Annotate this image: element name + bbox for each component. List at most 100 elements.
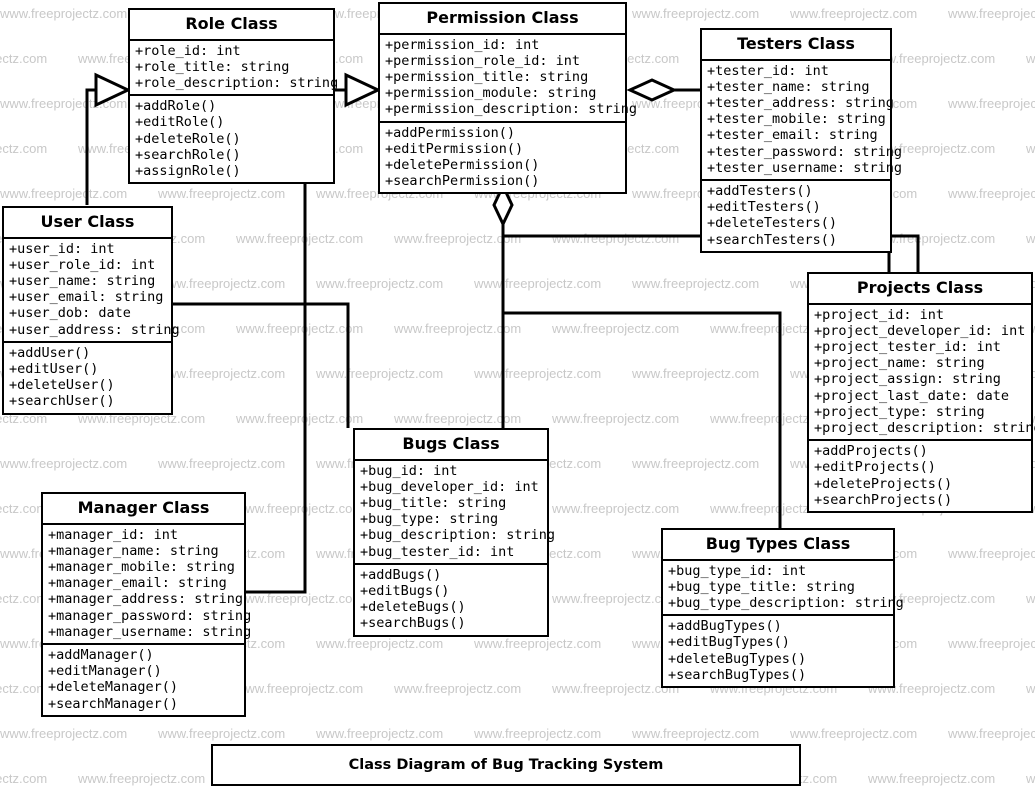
class-member-row: +manager_name: string (48, 542, 219, 559)
class-attributes-role: +role_id: int +role_title: string +role_de… (130, 41, 339, 95)
watermark-text: www.freeprojectz.com (158, 366, 286, 381)
class-member-row: +bug_description: string (360, 527, 556, 544)
class-member-row: +searchBugs() (360, 615, 466, 632)
watermark-text: www.freeprojectz.com (236, 321, 364, 336)
watermark-text: www.freeprojectz.com (790, 6, 918, 21)
class-box-manager[interactable]: Manager Class +manager_id: int +manager_n… (41, 492, 252, 717)
watermark-text: www.freeprojectz.com (948, 636, 1035, 651)
watermark-text: www.freeprojectz.com (632, 456, 760, 471)
class-member-row: +project_name: string (814, 355, 985, 372)
watermark-text: www.freeprojectz.com (948, 96, 1035, 111)
class-member-row: +tester_username: string (707, 159, 903, 176)
class-member-row: +addTesters() (707, 183, 813, 200)
watermark-text: www.freeprojectz.com (0, 51, 48, 66)
class-member-row: +manager_mobile: string (48, 559, 235, 575)
watermark-text: www.freeprojectz.com (474, 726, 602, 741)
class-member-row: +editBugTypes() (668, 634, 790, 651)
class-member-row: +addManager() (48, 647, 154, 664)
watermark-text: www.freeprojectz.com (0, 771, 48, 786)
watermark-text: www.freeprojectz.com (394, 321, 522, 336)
watermark-text: www.freeprojectz.com (1026, 51, 1035, 66)
class-attributes-bugs: +bug_id: int +bug_developer_id: int +bug_t… (355, 461, 556, 563)
watermark-text: www.freeprojectz.com (0, 726, 128, 741)
class-member-row: +role_id: int (135, 42, 241, 59)
class-member-row: +addBugs() (360, 566, 442, 583)
class-member-row: +editBugs() (360, 583, 450, 600)
class-member-row: +editRole() (135, 114, 225, 131)
class-title-bugs: Bugs Class (402, 434, 500, 453)
class-member-row: +editPermission() (385, 140, 524, 157)
class-box-bugtypes[interactable]: Bug Types Class +bug_type_id: int +bug_ty… (661, 528, 904, 689)
class-member-row: +editTesters() (707, 199, 821, 216)
class-box-bugs[interactable]: Bugs Class +bug_id: int +bug_developer_id… (353, 428, 556, 637)
watermark-text: www.freeprojectz.com (0, 141, 48, 156)
class-member-row: +user_id: int (9, 240, 115, 257)
watermark-text: www.freeprojectz.com (474, 366, 602, 381)
watermark-text: www.freeprojectz.com (236, 591, 364, 606)
class-attributes-user: +user_id: int +user_role_id: int +user_nam… (4, 239, 180, 341)
class-member-row: +project_description: string (814, 420, 1035, 437)
class-member-row: +manager_address: string (48, 591, 244, 608)
class-member-row: +editProjects() (814, 459, 936, 476)
class-member-row: +role_description: string (135, 75, 339, 91)
watermark-text: www.freeprojectz.com (632, 726, 760, 741)
watermark-text: www.freeprojectz.com (948, 186, 1035, 201)
class-title-permission: Permission Class (426, 8, 579, 27)
class-box-testers[interactable]: Testers Class +tester_id: int +tester_nam… (700, 28, 903, 253)
class-member-row: +deleteBugs() (360, 599, 466, 616)
watermark-text: www.freeprojectz.com (316, 726, 444, 741)
class-member-row: +searchBugTypes() (668, 666, 807, 683)
class-member-row: +deleteProjects() (814, 475, 953, 492)
class-title-role: Role Class (185, 14, 278, 33)
watermark-text: www.freeprojectz.com (158, 456, 286, 471)
class-attributes-testers: +tester_id: int +tester_name: string +test… (702, 61, 903, 179)
class-member-row: +editUser() (9, 361, 99, 378)
class-member-row: +addUser() (9, 344, 91, 361)
class-member-row: +bug_type: string (360, 511, 499, 528)
class-box-role[interactable]: Role Class +role_id: int +role_title: str… (128, 8, 339, 185)
watermark-text: www.freeprojectz.com (948, 546, 1035, 561)
class-member-row: +permission_role_id: int (385, 52, 581, 69)
class-member-row: +bug_type_id: int (668, 562, 807, 579)
class-member-row: +manager_email: string (48, 575, 227, 592)
watermark-text: www.freeprojectz.com (236, 681, 364, 696)
class-member-row: +bug_tester_id: int (360, 543, 515, 560)
class-methods-permission: +addPermission() +editPermission() +delete… (380, 123, 625, 193)
watermark-text: www.freeprojectz.com (394, 681, 522, 696)
watermark-text: www.freeprojectz.com (1026, 141, 1035, 156)
watermark-text: www.freeprojectz.com (236, 411, 364, 426)
class-member-row: +manager_username: string (48, 623, 252, 640)
class-member-row: +tester_mobile: string (707, 111, 886, 128)
watermark-text: www.freeprojectz.com (158, 726, 286, 741)
class-member-row: +deletePermission() (385, 157, 540, 174)
class-member-row: +deleteManager() (48, 679, 179, 696)
class-member-row: +user_role_id: int (9, 256, 156, 273)
watermark-text: www.freeprojectz.com (632, 276, 760, 291)
diagram-caption-text: Class Diagram of Bug Tracking System (348, 757, 664, 773)
watermark-text: www.freeprojectz.com (158, 186, 286, 201)
class-member-row: +addBugTypes() (668, 618, 782, 635)
class-box-permission[interactable]: Permission Class +permission_id: int +per… (378, 2, 637, 195)
watermark-text: www.freeprojectz.com (474, 636, 602, 651)
class-member-row: +user_address: string (9, 321, 180, 338)
class-methods-role: +addRole() +editRole() +deleteRole() +searc… (130, 96, 333, 182)
watermark-text: www.freeprojectz.com (632, 6, 760, 21)
class-member-row: +searchManager() (48, 695, 179, 712)
watermark-text: www.freeprojectz.com (236, 501, 364, 516)
class-member-row: +role_title: string (135, 58, 290, 75)
class-member-row: +bug_type_description: string (668, 595, 904, 611)
connector-user-to-bugs (173, 302, 350, 428)
watermark-text: www.freeprojectz.com (474, 276, 602, 291)
class-diagram-canvas: www.freeprojectz.com www.freeprojectz.com… (0, 0, 1035, 792)
watermark-text: www.freeprojectz.com (1026, 231, 1035, 246)
class-member-row: +searchProjects() (814, 491, 953, 508)
class-member-row: +permission_module: string (385, 85, 597, 102)
class-member-row: +project_type: string (814, 403, 985, 420)
class-member-row: +editManager() (48, 663, 162, 680)
class-box-projects[interactable]: Projects Class +project_id: int +project_… (807, 272, 1035, 514)
class-member-row: +project_developer_id: int (814, 322, 1026, 339)
watermark-text: www.freeprojectz.com (552, 321, 680, 336)
class-member-row: +tester_id: int (707, 62, 829, 79)
watermark-text: www.freeprojectz.com (0, 96, 128, 111)
class-box-user[interactable]: User Class +user_id: int +user_role_id: i… (2, 206, 180, 415)
